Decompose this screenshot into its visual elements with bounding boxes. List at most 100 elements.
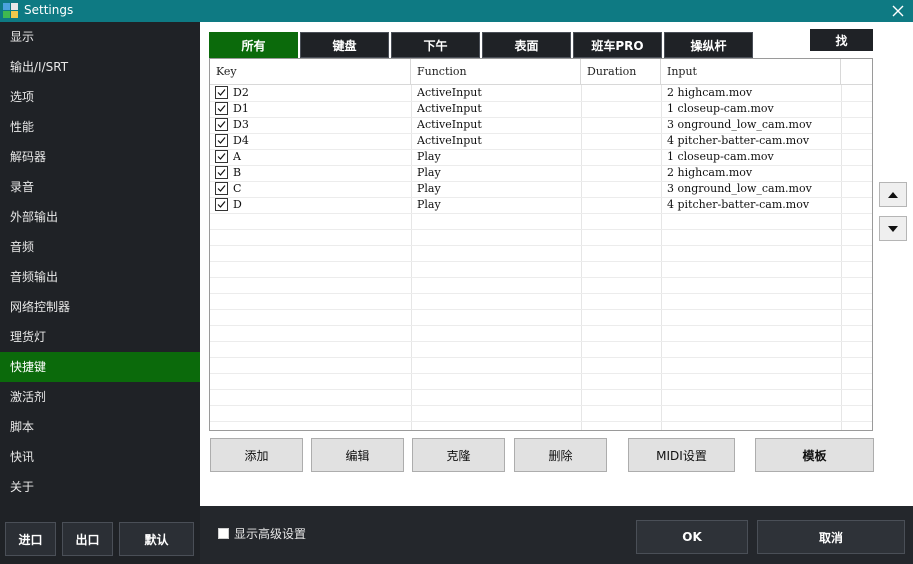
- table-row[interactable]: D1 ActiveInput 1 closeup-cam.mov: [210, 101, 872, 117]
- sidebar-item-external-output[interactable]: 外部输出: [0, 202, 200, 232]
- sidebar-item-performance[interactable]: 性能: [0, 112, 200, 142]
- table-row[interactable]: C Play 3 onground_low_cam.mov: [210, 181, 872, 197]
- shortcuts-table: Key Function Duration Input D2 ActiveInp…: [209, 58, 873, 431]
- column-header-key[interactable]: Key: [210, 59, 411, 85]
- duration-cell: [587, 165, 657, 181]
- duration-cell: [587, 133, 657, 149]
- table-row[interactable]: D2 ActiveInput 2 highcam.mov: [210, 85, 872, 101]
- key-cell: B: [233, 166, 242, 179]
- arrow-down-icon: [888, 225, 898, 232]
- row-checkbox[interactable]: [215, 102, 228, 115]
- function-cell: Play: [417, 150, 441, 163]
- sidebar-item-activators[interactable]: 激活剂: [0, 382, 200, 412]
- column-header-function[interactable]: Function: [411, 59, 581, 85]
- table-header: Key Function Duration Input: [210, 59, 872, 85]
- duration-cell: [587, 117, 657, 133]
- input-cell: 3 onground_low_cam.mov: [667, 118, 812, 131]
- duration-cell: [587, 85, 657, 101]
- title-bar: Settings: [0, 0, 913, 22]
- check-icon: [217, 89, 226, 96]
- duration-cell: [587, 197, 657, 213]
- tab-midi[interactable]: 下午: [391, 32, 480, 58]
- column-header-input[interactable]: Input: [661, 59, 841, 85]
- input-cell: 3 onground_low_cam.mov: [667, 182, 812, 195]
- sidebar-item-recording[interactable]: 录音: [0, 172, 200, 202]
- edit-button[interactable]: 编辑: [311, 438, 404, 472]
- tab-keyboard[interactable]: 键盘: [300, 32, 389, 58]
- check-icon: [217, 169, 226, 176]
- table-row[interactable]: D4 ActiveInput 4 pitcher-batter-cam.mov: [210, 133, 872, 149]
- check-icon: [217, 153, 226, 160]
- input-cell: 1 closeup-cam.mov: [667, 102, 774, 115]
- input-cell: 4 pitcher-batter-cam.mov: [667, 198, 810, 211]
- sidebar-item-options[interactable]: 选项: [0, 82, 200, 112]
- sidebar-item-about[interactable]: 关于: [0, 472, 200, 502]
- key-cell: D4: [233, 134, 249, 147]
- function-cell: ActiveInput: [417, 134, 482, 147]
- input-cell: 2 highcam.mov: [667, 86, 753, 99]
- sidebar-item-audio[interactable]: 音频: [0, 232, 200, 262]
- tab-shuttle-pro[interactable]: 班车PRO: [573, 32, 662, 58]
- row-checkbox[interactable]: [215, 118, 228, 131]
- sidebar-item-scripts[interactable]: 脚本: [0, 412, 200, 442]
- cancel-button[interactable]: 取消: [757, 520, 905, 554]
- row-checkbox[interactable]: [215, 198, 228, 211]
- delete-button[interactable]: 删除: [514, 438, 607, 472]
- tab-all[interactable]: 所有: [209, 32, 298, 58]
- main-panel: 所有 键盘 下午 表面 班车PRO 操纵杆 找 Key Function Dur…: [200, 22, 913, 506]
- key-cell: D1: [233, 102, 249, 115]
- table-row[interactable]: D Play 4 pitcher-batter-cam.mov: [210, 197, 872, 213]
- close-icon: [892, 5, 904, 17]
- midi-settings-button[interactable]: MIDI设置: [628, 438, 735, 472]
- show-advanced-checkbox[interactable]: [218, 528, 229, 539]
- find-button[interactable]: 找: [810, 29, 873, 51]
- move-down-button[interactable]: [879, 216, 907, 241]
- sidebar-item-shortcuts[interactable]: 快捷键: [0, 352, 200, 382]
- default-button[interactable]: 默认: [119, 522, 194, 556]
- import-button[interactable]: 进口: [5, 522, 56, 556]
- sidebar-item-network-controller[interactable]: 网络控制器: [0, 292, 200, 322]
- ok-button[interactable]: OK: [636, 520, 748, 554]
- function-cell: Play: [417, 166, 441, 179]
- row-checkbox[interactable]: [215, 150, 228, 163]
- check-icon: [217, 201, 226, 208]
- move-up-button[interactable]: [879, 182, 907, 207]
- function-cell: Play: [417, 198, 441, 211]
- table-row[interactable]: B Play 2 highcam.mov: [210, 165, 872, 181]
- row-checkbox[interactable]: [215, 134, 228, 147]
- key-cell: D3: [233, 118, 249, 131]
- arrow-up-icon: [888, 191, 898, 198]
- export-button[interactable]: 出口: [62, 522, 113, 556]
- row-checkbox[interactable]: [215, 166, 228, 179]
- tab-surface[interactable]: 表面: [482, 32, 571, 58]
- show-advanced-label[interactable]: 显示高级设置: [234, 525, 306, 542]
- check-icon: [217, 137, 226, 144]
- clone-button[interactable]: 克隆: [412, 438, 505, 472]
- table-row[interactable]: D3 ActiveInput 3 onground_low_cam.mov: [210, 117, 872, 133]
- sidebar-item-decoder[interactable]: 解码器: [0, 142, 200, 172]
- row-checkbox[interactable]: [215, 86, 228, 99]
- key-cell: A: [233, 150, 241, 163]
- template-button[interactable]: 模板: [755, 438, 874, 472]
- function-cell: ActiveInput: [417, 86, 482, 99]
- row-checkbox[interactable]: [215, 182, 228, 195]
- duration-cell: [587, 101, 657, 117]
- sidebar-item-news[interactable]: 快讯: [0, 442, 200, 472]
- key-cell: C: [233, 182, 242, 195]
- check-icon: [217, 185, 226, 192]
- input-cell: 2 highcam.mov: [667, 166, 753, 179]
- column-header-duration[interactable]: Duration: [581, 59, 661, 85]
- close-button[interactable]: [883, 0, 913, 22]
- key-cell: D2: [233, 86, 249, 99]
- function-cell: ActiveInput: [417, 102, 482, 115]
- window-title: Settings: [24, 3, 74, 17]
- duration-cell: [587, 149, 657, 165]
- table-row[interactable]: A Play 1 closeup-cam.mov: [210, 149, 872, 165]
- app-icon: [3, 3, 19, 19]
- tab-joystick[interactable]: 操纵杆: [664, 32, 753, 58]
- sidebar-item-display[interactable]: 显示: [0, 22, 200, 52]
- sidebar-item-tally-light[interactable]: 理货灯: [0, 322, 200, 352]
- sidebar-item-output[interactable]: 输出/I/SRT: [0, 52, 200, 82]
- add-button[interactable]: 添加: [210, 438, 303, 472]
- sidebar-item-audio-output[interactable]: 音频输出: [0, 262, 200, 292]
